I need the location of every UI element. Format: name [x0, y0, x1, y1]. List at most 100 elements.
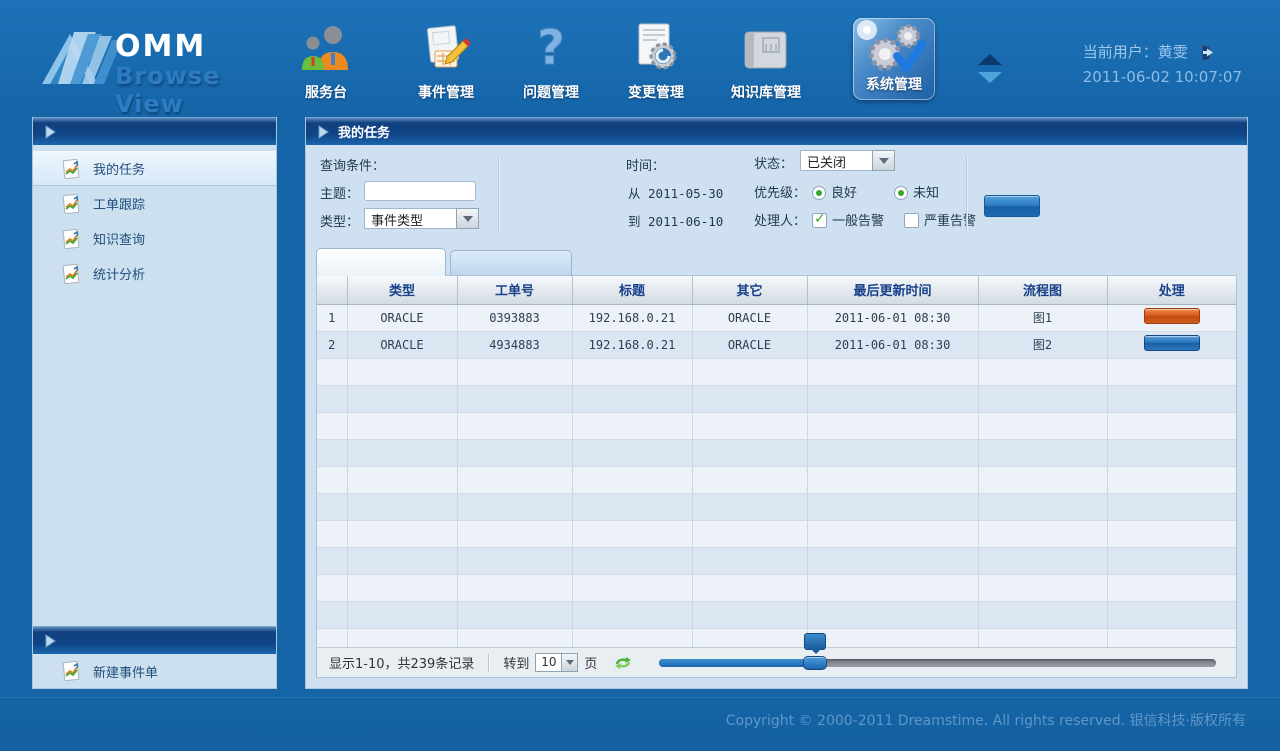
- nav-item-change-mgmt[interactable]: 变更管理: [608, 20, 704, 102]
- nav-item-incident-mgmt[interactable]: 事件管理: [398, 20, 494, 102]
- logo-text: OMM Browse View: [115, 32, 280, 118]
- table-row-empty: [317, 601, 1236, 628]
- sidebar-item-knowledge-query[interactable]: 知识查询: [33, 221, 276, 256]
- pager-divider: [488, 654, 489, 672]
- sidebar-item-label: 工单跟踪: [93, 194, 145, 213]
- checkbox-general-alert[interactable]: [812, 213, 827, 228]
- goto-label: 转到: [503, 653, 529, 672]
- task-doc-icon: [61, 264, 81, 284]
- col-action[interactable]: 处理: [1107, 276, 1236, 304]
- table-row-empty: [317, 547, 1236, 574]
- col-flow[interactable]: 流程图: [978, 276, 1107, 304]
- refresh-icon[interactable]: [613, 654, 633, 672]
- process-button[interactable]: [1144, 335, 1200, 351]
- nav-item-problem-mgmt[interactable]: ? 问题管理: [503, 20, 599, 102]
- up-arrow-icon: [978, 54, 1002, 65]
- sidebar-item-label: 统计分析: [93, 264, 145, 283]
- col-type[interactable]: 类型: [347, 276, 457, 304]
- nav-label: 事件管理: [398, 82, 494, 102]
- status-select[interactable]: 已关闭: [800, 150, 895, 171]
- sidebar-top-bar[interactable]: [33, 117, 276, 145]
- problem-icon: ?: [503, 20, 599, 76]
- sidebar-item-order-tracking[interactable]: 工单跟踪: [33, 186, 276, 221]
- task-doc-icon: [61, 194, 81, 214]
- col-index[interactable]: [317, 276, 347, 304]
- user-info: 当前用户：黄雯 2011-06-02 10:07:07: [1083, 40, 1242, 90]
- radio-unknown[interactable]: [894, 186, 908, 200]
- current-user-label: 当前用户：黄雯: [1083, 40, 1188, 65]
- col-other[interactable]: 其它: [692, 276, 807, 304]
- record-summary: 显示1-10，共239条记录: [329, 653, 474, 672]
- col-title[interactable]: 标题: [572, 276, 692, 304]
- tab-1[interactable]: [316, 248, 446, 276]
- sidebar: 我的任务 工单跟踪 知识查询: [32, 117, 277, 689]
- table-row-empty: [317, 358, 1236, 385]
- tab-strip: [306, 245, 1247, 275]
- handler-option-general: 一般告警: [812, 210, 884, 229]
- results-table: 类型 工单号 标题 其它 最后更新时间 流程图 处理 1 ORACLE 0393…: [317, 276, 1236, 656]
- table-row[interactable]: 2 ORACLE 4934883 192.168.0.21 ORACLE 201…: [317, 331, 1236, 358]
- main-title-bar: 我的任务: [306, 117, 1247, 145]
- priority-option-unknown: 未知: [894, 182, 939, 201]
- right-triangle-icon: [316, 125, 330, 139]
- time-heading: 时间：: [626, 155, 665, 174]
- table-row-empty: [317, 493, 1236, 520]
- right-triangle-icon: [43, 634, 57, 648]
- nav-collapse-arrows[interactable]: [975, 48, 1005, 88]
- priority-label: 优先级：: [754, 182, 806, 201]
- nav-label: 知识库管理: [718, 82, 814, 102]
- knowledge-icon: [718, 20, 814, 76]
- nav-label: 系统管理: [853, 74, 935, 94]
- time-from: 从 2011-05-30: [628, 183, 723, 202]
- pagination-bar: 显示1-10，共239条记录 转到 10 页: [317, 647, 1236, 677]
- page-select-button[interactable]: [561, 653, 578, 672]
- nav-label: 问题管理: [503, 82, 599, 102]
- task-doc-icon: [61, 159, 81, 179]
- chevron-down-icon: [879, 158, 889, 164]
- tab-2[interactable]: [450, 250, 572, 276]
- page-unit-label: 页: [584, 653, 597, 672]
- table-body: 1 ORACLE 0393883 192.168.0.21 ORACLE 201…: [317, 304, 1236, 655]
- col-order-no[interactable]: 工单号: [457, 276, 572, 304]
- table-row-empty: [317, 574, 1236, 601]
- page-slider-tooltip: [804, 633, 826, 650]
- type-select-button[interactable]: [456, 208, 479, 229]
- page-slider-handle[interactable]: [803, 656, 827, 670]
- sidebar-item-statistics[interactable]: 统计分析: [33, 256, 276, 291]
- type-select[interactable]: 事件类型: [364, 208, 479, 229]
- table-header-row: 类型 工单号 标题 其它 最后更新时间 流程图 处理: [317, 276, 1236, 304]
- table-row-empty: [317, 466, 1236, 493]
- page-select[interactable]: 10: [535, 653, 578, 672]
- sidebar-bottom-bar[interactable]: [33, 626, 276, 654]
- table-row-empty: [317, 385, 1236, 412]
- process-button[interactable]: [1144, 308, 1200, 324]
- page-slider[interactable]: [659, 659, 1216, 667]
- status-label: 状态：: [754, 153, 793, 172]
- status-select-button[interactable]: [872, 150, 895, 171]
- sidebar-item-label: 我的任务: [93, 159, 145, 178]
- col-updated[interactable]: 最后更新时间: [807, 276, 978, 304]
- chevron-down-icon: [463, 216, 473, 222]
- incident-icon: [398, 20, 494, 76]
- handler-label: 处理人：: [754, 210, 806, 229]
- subject-input[interactable]: [364, 181, 476, 201]
- checkbox-severe-alert[interactable]: [904, 213, 919, 228]
- sidebar-menu: 我的任务 工单跟踪 知识查询: [33, 145, 276, 626]
- table-row[interactable]: 1 ORACLE 0393883 192.168.0.21 ORACLE 201…: [317, 304, 1236, 331]
- priority-option-good: 良好: [812, 182, 857, 201]
- nav-item-service-desk[interactable]: 服务台: [278, 20, 374, 102]
- query-submit-button[interactable]: [984, 195, 1040, 217]
- page-select-value: 10: [535, 653, 561, 672]
- logo-subtitle: Browse View: [115, 62, 280, 118]
- app-logo: OMM Browse View: [40, 22, 280, 102]
- copyright-text: Copyright © 2000-2011 Dreamstime. All ri…: [726, 710, 1246, 730]
- logout-icon[interactable]: [1196, 44, 1214, 61]
- radio-good[interactable]: [812, 186, 826, 200]
- sidebar-item-new-incident[interactable]: 新建事件单: [33, 654, 276, 688]
- current-datetime: 2011-06-02 10:07:07: [1083, 65, 1242, 90]
- nav-item-system-mgmt-active[interactable]: 系统管理: [853, 18, 935, 100]
- sidebar-item-my-tasks[interactable]: 我的任务: [33, 151, 276, 186]
- query-divider-2: [966, 157, 967, 233]
- nav-label: 变更管理: [608, 82, 704, 102]
- nav-item-knowledge-mgmt[interactable]: 知识库管理: [718, 20, 814, 102]
